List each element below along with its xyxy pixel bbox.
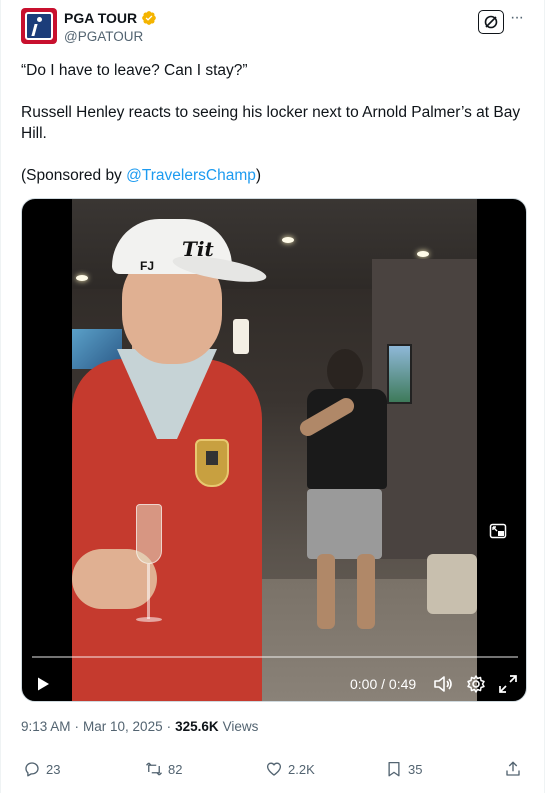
fullscreen-icon [499, 675, 517, 693]
share-icon [506, 761, 520, 776]
picture-in-picture-button[interactable] [484, 517, 512, 545]
grok-button[interactable] [478, 10, 504, 34]
more-options-button[interactable]: ··· [510, 10, 530, 29]
pip-icon [489, 523, 507, 539]
settings-button[interactable] [465, 673, 487, 695]
like-count: 2.2K [288, 761, 315, 777]
settings-icon [467, 675, 485, 693]
tweet-line-body: Russell Henley reacts to seeing his lock… [21, 104, 521, 142]
play-icon [38, 677, 49, 691]
reply-count: 23 [46, 761, 61, 777]
tweet-meta: 9:13 AM · Mar 10, 2025 · 325.6K Views [21, 719, 258, 734]
fullscreen-button[interactable] [497, 673, 519, 695]
share-button[interactable] [504, 760, 522, 778]
repost-icon [146, 762, 162, 776]
video-player[interactable]: Tit FJ 0:00 / 0:49 [21, 198, 527, 702]
bookmark-button[interactable]: 35 [385, 760, 422, 778]
heart-icon [266, 762, 282, 776]
bookmark-icon [388, 761, 400, 777]
action-bar: 23 82 2.2K 35 [1, 760, 545, 786]
video-time: 0:00 / 0:49 [350, 676, 417, 692]
views-label: Views [222, 719, 259, 734]
like-button[interactable]: 2.2K [265, 760, 315, 778]
author-name-row[interactable]: PGA TOUR [64, 10, 157, 26]
repost-button[interactable]: 82 [145, 760, 182, 778]
play-button[interactable] [32, 673, 54, 695]
meta-separator: · [74, 719, 80, 734]
video-progress-bar[interactable] [32, 656, 518, 658]
sponsor-mention-link[interactable]: @TravelersChamp [126, 167, 256, 184]
volume-icon [434, 676, 452, 692]
tweet-time-link[interactable]: 9:13 AM [21, 719, 71, 734]
meta-separator: · [166, 719, 172, 734]
sponsor-prefix: (Sponsored by [21, 167, 127, 184]
avatar[interactable] [21, 8, 57, 44]
tweet-line-sponsor: (Sponsored by @TravelersChamp) [21, 165, 526, 186]
bookmark-count: 35 [408, 761, 423, 777]
grok-icon [484, 15, 498, 29]
views-count: 325.6K [175, 719, 219, 734]
video-frame: Tit FJ [72, 199, 477, 701]
author-name[interactable]: PGA TOUR [64, 10, 137, 26]
tweet-date-link[interactable]: Mar 10, 2025 [83, 719, 163, 734]
reply-icon [25, 762, 39, 777]
tweet-card: PGA TOUR @PGATOUR ··· “Do I have to leav… [0, 0, 545, 793]
volume-button[interactable] [432, 673, 454, 695]
sponsor-suffix: ) [255, 167, 262, 184]
more-icon: ··· [510, 9, 524, 26]
reply-button[interactable]: 23 [23, 760, 60, 778]
tweet-line-quote: “Do I have to leave? Can I stay?” [21, 62, 248, 79]
verified-badge-icon [142, 11, 156, 25]
pga-logo-icon [25, 12, 53, 40]
repost-count: 82 [168, 761, 183, 777]
tweet-text: “Do I have to leave? Can I stay?” Russel… [21, 60, 526, 186]
author-handle[interactable]: @PGATOUR [64, 29, 143, 44]
